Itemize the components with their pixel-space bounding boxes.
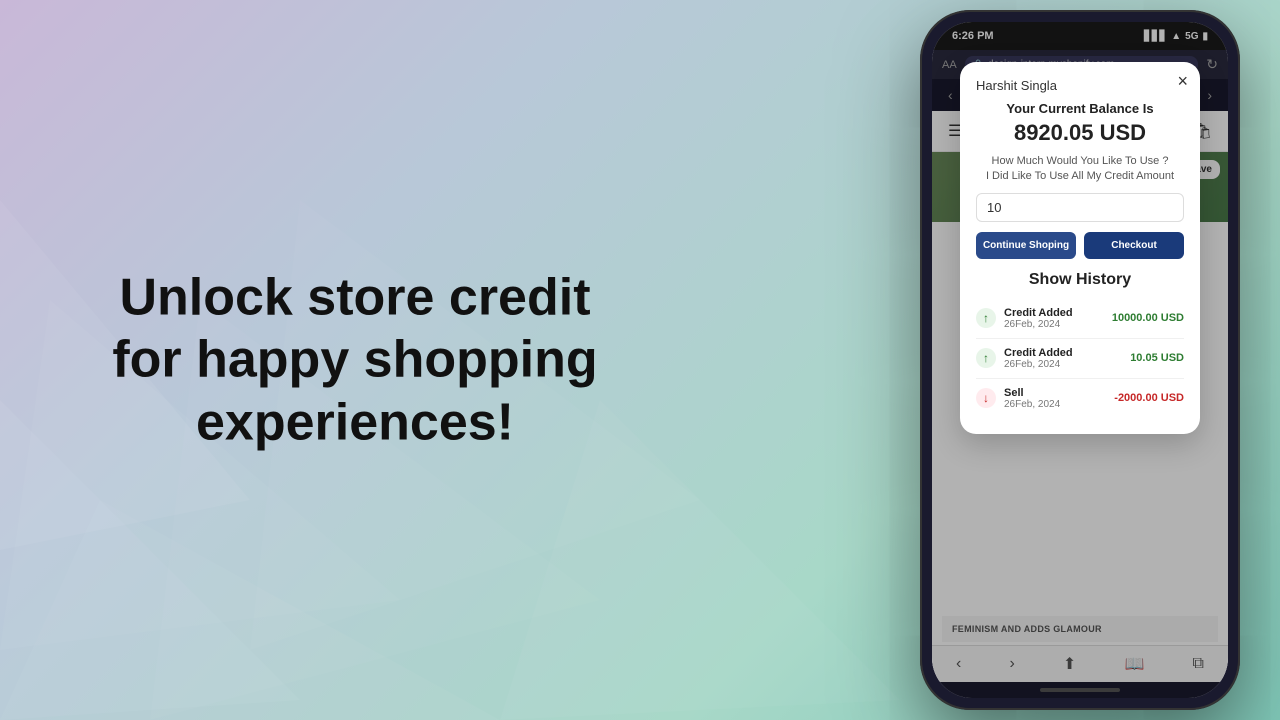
history-item-date: 26Feb, 2024 xyxy=(1004,319,1112,330)
modal-user-name: Harshit Singla xyxy=(976,78,1184,93)
hero-heading: Unlock store credit for happy shopping e… xyxy=(80,266,630,453)
hero-section: Unlock store credit for happy shopping e… xyxy=(80,266,630,453)
modal-overlay: × Harshit Singla Your Current Balance Is… xyxy=(932,22,1228,698)
credit-amount-input[interactable] xyxy=(976,193,1184,222)
history-item-amount: 10.05 USD xyxy=(1130,352,1184,364)
modal-question-line1: How Much Would You Like To Use ? xyxy=(992,155,1169,167)
phone-mockup: 6:26 PM ▋▋▋ ▲ 5G ▮ AA 🔒 design-intern.my… xyxy=(920,10,1240,710)
history-item: ↓ Sell26Feb, 2024-2000.00 USD xyxy=(976,379,1184,418)
history-item-info: Sell26Feb, 2024 xyxy=(1004,387,1114,410)
history-item: ↑ Credit Added26Feb, 202410000.00 USD xyxy=(976,299,1184,339)
modal-question-line2: I Did Like To Use All My Credit Amount xyxy=(986,170,1174,182)
modal-question-text: How Much Would You Like To Use ? I Did L… xyxy=(976,154,1184,185)
credit-deducted-icon: ↓ xyxy=(976,388,996,408)
history-item-label: Sell xyxy=(1004,387,1114,399)
credit-added-icon: ↑ xyxy=(976,348,996,368)
checkout-button[interactable]: Checkout xyxy=(1084,232,1184,259)
phone-shell: 6:26 PM ▋▋▋ ▲ 5G ▮ AA 🔒 design-intern.my… xyxy=(920,10,1240,710)
phone-screen: 6:26 PM ▋▋▋ ▲ 5G ▮ AA 🔒 design-intern.my… xyxy=(932,22,1228,698)
history-item-date: 26Feb, 2024 xyxy=(1004,359,1130,370)
continue-shopping-button[interactable]: Continue Shoping xyxy=(976,232,1076,259)
credit-modal: × Harshit Singla Your Current Balance Is… xyxy=(960,62,1200,434)
modal-balance-amount: 8920.05 USD xyxy=(976,120,1184,146)
modal-balance-title: Your Current Balance Is xyxy=(976,101,1184,116)
history-section-title: Show History xyxy=(976,271,1184,289)
history-item-info: Credit Added26Feb, 2024 xyxy=(1004,307,1112,330)
history-item-date: 26Feb, 2024 xyxy=(1004,399,1114,410)
history-item-info: Credit Added26Feb, 2024 xyxy=(1004,347,1130,370)
history-list: ↑Credit Added26Feb, 202410000.00 USD↑Cre… xyxy=(976,299,1184,418)
history-item-amount: -2000.00 USD xyxy=(1114,392,1184,404)
modal-close-button[interactable]: × xyxy=(1177,72,1188,90)
credit-added-icon: ↑ xyxy=(976,308,996,328)
history-item-amount: 10000.00 USD xyxy=(1112,312,1184,324)
modal-buttons: Continue Shoping Checkout xyxy=(976,232,1184,259)
history-item-label: Credit Added xyxy=(1004,347,1130,359)
history-item-label: Credit Added xyxy=(1004,307,1112,319)
history-item: ↑ Credit Added26Feb, 202410.05 USD xyxy=(976,339,1184,379)
